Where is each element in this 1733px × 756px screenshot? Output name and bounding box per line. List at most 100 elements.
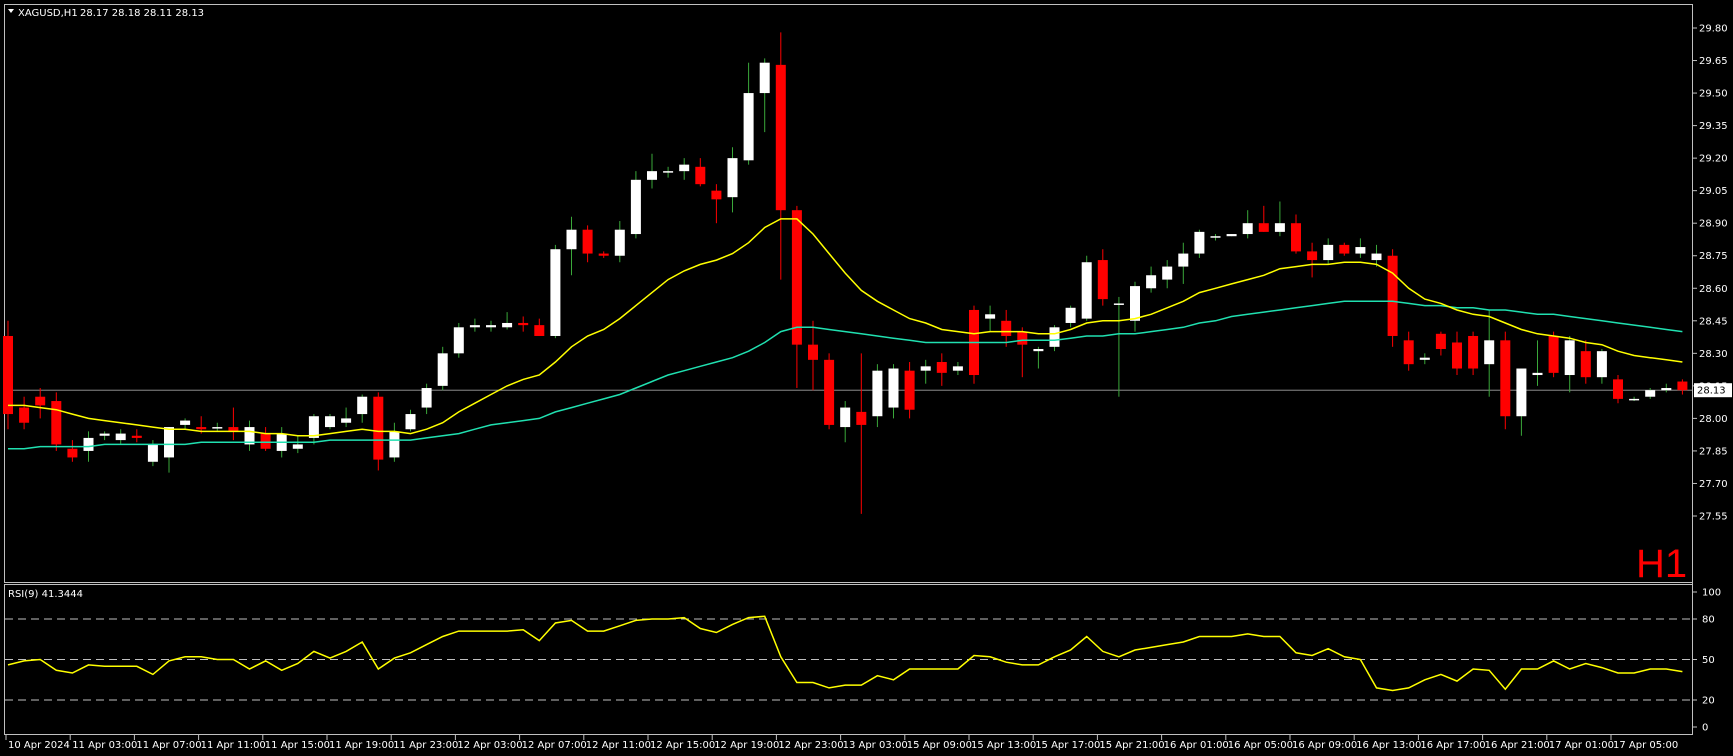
rsi-level-lines <box>5 618 1692 701</box>
candle-body <box>1065 307 1076 323</box>
candle-body <box>180 420 191 425</box>
main-chart-frame <box>4 4 1693 583</box>
candle-body <box>1532 372 1543 376</box>
time-tick-label: 11 Apr 03:00 <box>72 740 137 751</box>
candle-body <box>775 64 786 211</box>
candle-body <box>357 396 368 415</box>
trading-chart[interactable]: 29.80 29.65 29.50 29.35 29.20 29.05 28.90 28.75… <box>0 0 1733 756</box>
time-tick-label: 12 Apr 11:00 <box>586 740 651 751</box>
dropdown-triangle-icon[interactable] <box>8 9 14 13</box>
time-tick-label: 16 Apr 21:00 <box>1485 740 1550 751</box>
candle-body <box>1516 368 1527 417</box>
price-tick-label: 27.55 <box>1699 512 1728 523</box>
time-tick-label: 16 Apr 05:00 <box>1228 740 1293 751</box>
candle-body <box>856 411 867 425</box>
price-tick-label: 29.35 <box>1699 121 1728 132</box>
price-tick-label: 28.45 <box>1699 316 1728 327</box>
candle-body <box>1113 303 1124 305</box>
candle-body <box>1548 335 1559 373</box>
candle-body <box>888 368 899 408</box>
candle-body <box>212 427 223 429</box>
ohlc-values: 28.17 28.18 28.11 28.13 <box>80 8 204 19</box>
candle-body <box>598 253 609 256</box>
candle-body <box>19 407 30 423</box>
candle-body <box>131 435 142 438</box>
candle-body <box>1677 381 1688 391</box>
candle-body <box>1081 262 1092 319</box>
candle-body <box>1484 340 1495 365</box>
candle-body <box>727 158 738 198</box>
time-tick-label: 17 Apr 05:00 <box>1613 740 1678 751</box>
candle-body <box>421 388 432 408</box>
time-tick-label: 15 Apr 21:00 <box>1099 740 1164 751</box>
candle-body <box>1258 223 1269 232</box>
candle-body <box>920 366 931 371</box>
time-tick-label: 15 Apr 09:00 <box>907 740 972 751</box>
price-tick-label: 27.70 <box>1699 479 1728 490</box>
candle-body <box>1242 223 1253 235</box>
time-tick-label: 11 Apr 15:00 <box>265 740 330 751</box>
candle-body <box>566 229 577 250</box>
time-tick-label: 17 Apr 01:00 <box>1549 740 1614 751</box>
time-tick-label: 16 Apr 01:00 <box>1164 740 1229 751</box>
candle-body <box>695 166 706 185</box>
candle-body <box>759 62 770 94</box>
price-tick-label: 28.75 <box>1699 251 1728 262</box>
candle-body <box>952 366 963 371</box>
candle-body <box>292 444 303 449</box>
time-tick-label: 11 Apr 23:00 <box>393 740 458 751</box>
candle-body <box>711 190 722 200</box>
current-price-label: 28.13 <box>1697 386 1726 397</box>
price-tick-label: 28.00 <box>1699 414 1728 425</box>
candle-body <box>872 370 883 417</box>
candle-body <box>663 171 674 173</box>
price-tick-label: 29.50 <box>1699 89 1728 100</box>
candle-body <box>1033 348 1044 352</box>
candle-body <box>260 433 271 449</box>
candle-body <box>1194 231 1205 254</box>
candle-body <box>1274 223 1285 232</box>
candle-body <box>534 325 545 336</box>
rsi-tick-label: 100 <box>1702 588 1721 599</box>
candle-body <box>1580 351 1591 378</box>
candle-body <box>67 448 78 458</box>
candle-body <box>1226 234 1237 237</box>
candle-body <box>1049 327 1060 347</box>
price-tick-label: 29.65 <box>1699 56 1728 67</box>
symbol-info[interactable]: XAGUSD,H1 <box>18 8 78 19</box>
price-tick-label: 29.05 <box>1699 186 1728 197</box>
time-tick-label: 12 Apr 03:00 <box>457 740 522 751</box>
candle-body <box>824 359 835 425</box>
time-tick-label: 16 Apr 09:00 <box>1292 740 1357 751</box>
time-tick-label: 16 Apr 13:00 <box>1356 740 1421 751</box>
candle-body <box>99 433 110 436</box>
candle-body <box>389 431 400 458</box>
rsi-label: RSI(9) 41.3444 <box>8 589 83 600</box>
price-tick-label: 29.80 <box>1699 24 1728 35</box>
time-tick-label: 13 Apr 03:00 <box>843 740 908 751</box>
time-tick-label: 11 Apr 19:00 <box>329 740 394 751</box>
candle-body <box>1178 253 1189 267</box>
time-tick-label: 15 Apr 13:00 <box>971 740 1036 751</box>
candle-body <box>1613 379 1623 399</box>
candle-body <box>1596 351 1607 378</box>
rsi-tick-label: 80 <box>1702 615 1715 626</box>
candle-body <box>1452 342 1462 369</box>
candle-body <box>51 401 62 445</box>
candle-body <box>550 249 561 336</box>
time-tick-label: 16 Apr 17:00 <box>1420 740 1485 751</box>
rsi-tick-label: 50 <box>1702 655 1715 666</box>
candle-body <box>469 325 480 328</box>
rsi-line <box>7 615 1683 692</box>
candle-body <box>147 444 158 462</box>
candle-body <box>1355 247 1366 254</box>
time-axis: 10 Apr 2024 11 Apr 03:0011 Apr 07:0011 Ap… <box>5 735 1678 751</box>
candle-body <box>1629 398 1640 401</box>
candle-body <box>1017 331 1028 345</box>
price-tick-label: 28.90 <box>1699 219 1728 230</box>
candle-body <box>486 325 496 328</box>
candle-body <box>1387 255 1398 336</box>
candle-body <box>1291 223 1301 252</box>
candle-body <box>791 210 802 345</box>
candle-body <box>1435 333 1446 349</box>
